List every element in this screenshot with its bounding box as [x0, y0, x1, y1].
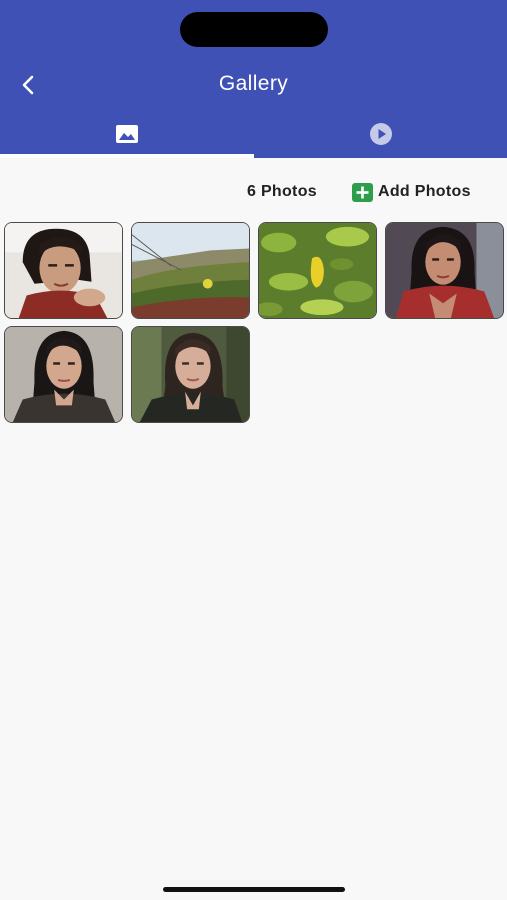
add-photos-button[interactable]: Add Photos [352, 180, 471, 204]
home-indicator [163, 887, 345, 892]
selected-tab-indicator [0, 154, 254, 158]
photo-thumbnail[interactable] [258, 222, 377, 319]
image-icon [115, 125, 138, 143]
tab-photos[interactable] [0, 110, 253, 158]
photo-thumbnail[interactable] [4, 222, 123, 319]
add-photos-label: Add Photos [378, 183, 471, 200]
photo-thumbnail[interactable] [385, 222, 504, 319]
play-circle-icon [369, 123, 392, 145]
camera-notch [180, 12, 328, 47]
gallery-toolbar: 6 Photos Add Photos [0, 180, 507, 204]
app-header: Gallery [0, 0, 507, 158]
plus-icon [352, 182, 373, 202]
tab-videos[interactable] [254, 110, 507, 158]
photo-thumbnail[interactable] [4, 326, 123, 423]
page-title: Gallery [218, 72, 289, 95]
photo-thumbnail[interactable] [131, 222, 250, 319]
photo-thumbnail[interactable] [131, 326, 250, 423]
photo-count: 6 Photos [247, 183, 317, 200]
